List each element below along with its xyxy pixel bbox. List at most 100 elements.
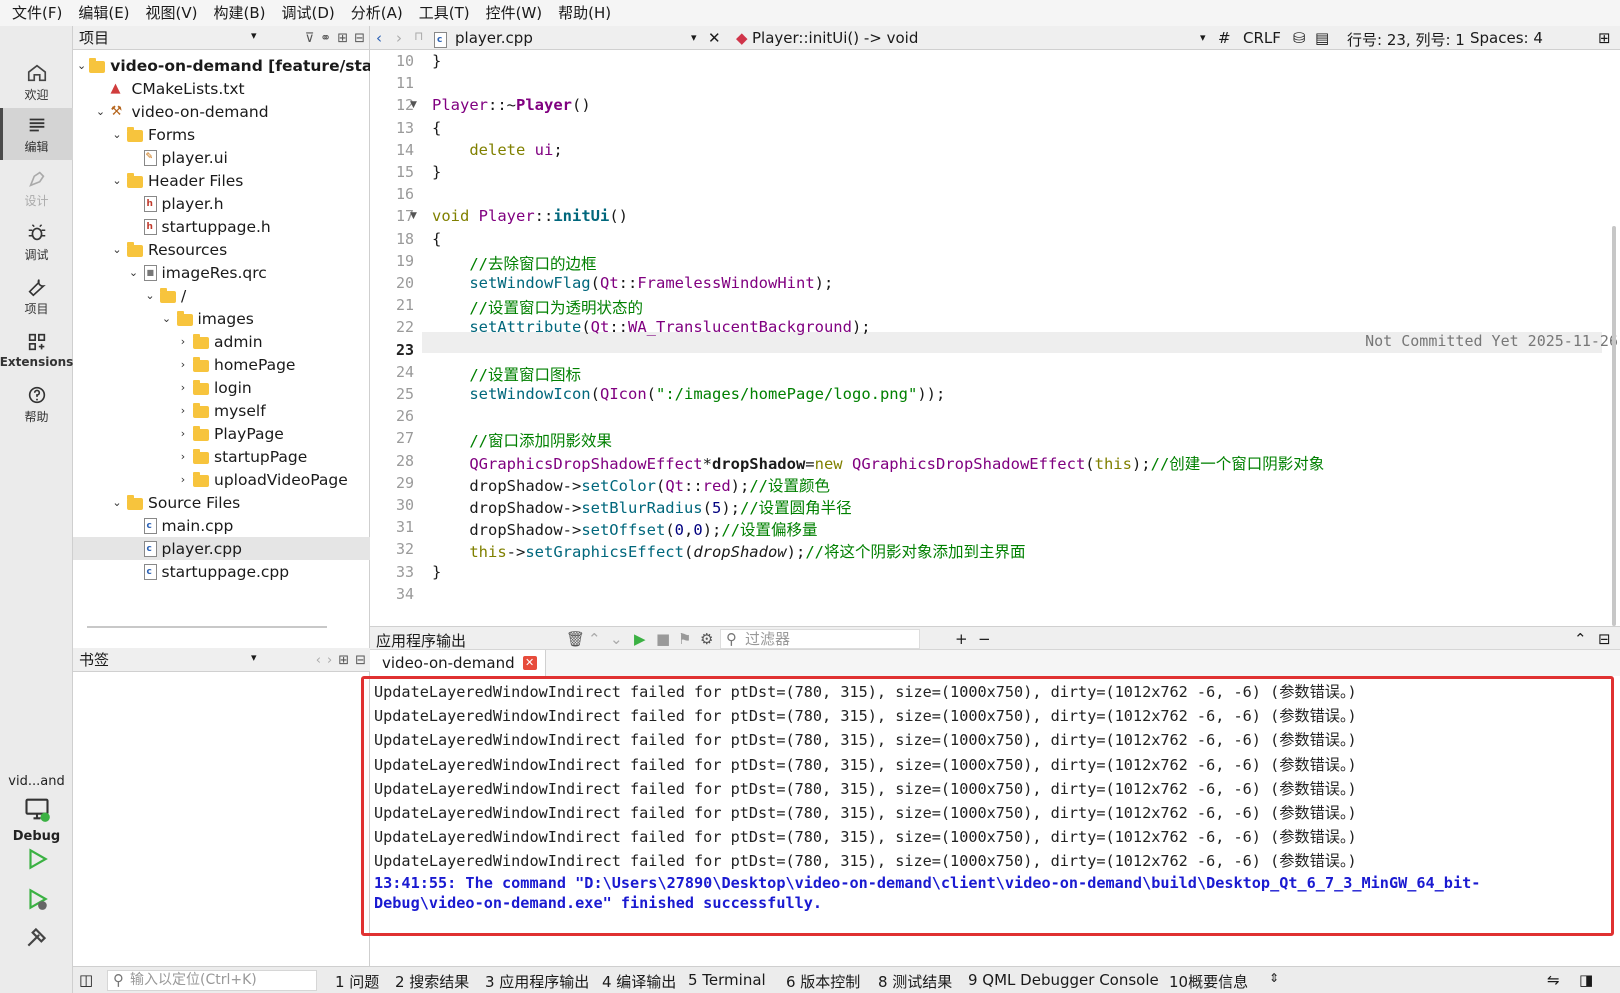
link-icon[interactable]: ⚭ — [320, 31, 331, 46]
code-line[interactable]: dropShadow->setColor(Qt::red);//设置颜色 — [432, 474, 830, 496]
tree-item[interactable]: ⌄ Resources — [73, 238, 370, 261]
remove-output-icon[interactable]: − — [978, 630, 991, 648]
next-icon[interactable]: › — [327, 653, 332, 668]
down-icon[interactable]: ⌄ — [610, 630, 623, 648]
debug-run-icon[interactable] — [24, 886, 50, 912]
chevron-right-icon[interactable]: › — [176, 450, 190, 463]
code-line[interactable]: { — [432, 230, 441, 248]
cursor-position[interactable]: 行号: 23, 列号: 1 — [1347, 29, 1465, 50]
code-line[interactable]: setAttribute(Qt::WA_TranslucentBackgroun… — [432, 318, 870, 336]
menu-view[interactable]: 视图(V) — [138, 0, 206, 26]
mode-debug[interactable]: 调试 — [0, 216, 73, 268]
chevron-down-icon[interactable]: ⌄ — [143, 289, 157, 302]
tree-item[interactable]: ⌄ video-on-demand [feature/startu — [73, 54, 370, 77]
close-panel-icon[interactable]: ⊟ — [354, 31, 365, 46]
chevron-down-icon[interactable]: ⌄ — [110, 174, 124, 187]
chevron-down-icon[interactable]: ⌄ — [110, 243, 124, 256]
tab-version-control[interactable]: 6 版本控制 — [786, 971, 860, 992]
mode-help[interactable]: 帮助 — [0, 378, 73, 430]
code-line[interactable]: this->setGraphicsEffect(dropShadow);//将这… — [432, 540, 1025, 562]
toggle-right-sidebar-icon[interactable]: ◨ — [1579, 971, 1593, 989]
code-line[interactable]: dropShadow->setOffset(0,0);//设置偏移量 — [432, 518, 817, 540]
build-hammer-icon[interactable] — [24, 924, 50, 950]
add-output-icon[interactable]: + — [955, 630, 968, 648]
chevron-right-icon[interactable]: › — [176, 404, 190, 417]
progress-icon[interactable]: ⇋ — [1547, 971, 1560, 989]
tab-search-results[interactable]: 2 搜索结果 — [395, 971, 469, 992]
tree-item[interactable]: ▲ CMakeLists.txt — [73, 77, 370, 100]
chevron-down-icon[interactable]: ⌄ — [110, 128, 124, 141]
chevron-right-icon[interactable]: › — [176, 473, 190, 486]
close-tab-icon[interactable]: ✕ — [522, 656, 537, 670]
more-tabs-icon[interactable]: ⇕ — [1269, 971, 1279, 985]
tree-item[interactable]: ⌄ images — [73, 307, 370, 330]
code-line[interactable]: { — [432, 119, 441, 137]
code-line[interactable]: //去除窗口的边框 — [432, 252, 596, 274]
forward-icon[interactable]: › — [396, 29, 402, 47]
code-line[interactable]: void Player::initUi() — [432, 207, 628, 225]
tree-item[interactable]: player.h — [73, 192, 370, 215]
document-icon[interactable]: ▤ — [1315, 29, 1329, 47]
split-icon[interactable]: ⊞ — [337, 31, 348, 46]
editor-file-name[interactable]: player.cpp — [455, 29, 533, 47]
tree-item[interactable]: player.ui — [73, 146, 370, 169]
code-line[interactable]: //窗口添加阴影效果 — [432, 429, 612, 451]
tree-item[interactable]: ⌄ / — [73, 284, 370, 307]
chevron-down-icon[interactable]: ⌄ — [94, 105, 108, 118]
chevron-right-icon[interactable]: › — [176, 358, 190, 371]
clear-output-icon[interactable]: 🗑 — [566, 630, 585, 648]
stop-icon[interactable]: ■ — [656, 630, 670, 648]
mode-projects[interactable]: 项目 — [0, 270, 73, 322]
file-dropdown-icon[interactable]: ▾ — [691, 31, 697, 44]
tree-item[interactable]: ⌄ Source Files — [73, 491, 370, 514]
tree-item[interactable]: player.cpp — [73, 537, 370, 560]
tree-item[interactable]: › homePage — [73, 353, 370, 376]
editor-scrollbar[interactable] — [1612, 226, 1616, 626]
run-icon[interactable] — [24, 846, 50, 872]
tree-item[interactable]: ⌄ Forms — [73, 123, 370, 146]
mode-design[interactable]: 设计 — [0, 162, 73, 214]
code-line[interactable]: //设置窗口为透明状态的 — [432, 296, 643, 318]
mode-extensions[interactable]: Extensions — [0, 324, 73, 376]
tab-application-output[interactable]: 3 应用程序输出 — [485, 971, 589, 992]
tree-item[interactable]: › admin — [73, 330, 370, 353]
tree-item[interactable]: startuppage.h — [73, 215, 370, 238]
panel-dropdown-icon[interactable]: ▾ — [251, 29, 257, 42]
tree-item[interactable]: ⌄ imageRes.qrc — [73, 261, 370, 284]
chevron-down-icon[interactable]: ⌄ — [77, 59, 86, 72]
menu-analyze[interactable]: 分析(A) — [343, 0, 411, 26]
menu-debug[interactable]: 调试(D) — [274, 0, 343, 26]
back-icon[interactable]: ‹ — [376, 29, 382, 47]
indent-setting[interactable]: Spaces: 4 — [1470, 29, 1543, 47]
tab-terminal[interactable]: 5 Terminal — [688, 971, 766, 989]
output-tab-video-on-demand[interactable]: video-on-demand ✕ — [370, 650, 546, 676]
code-editor[interactable]: ‹ › ⊓ player.cpp ▾ ✕ ◆ Player::initUi() … — [370, 26, 1620, 626]
tree-item[interactable]: › login — [73, 376, 370, 399]
kit-selector[interactable]: vid...and Debug — [0, 774, 73, 844]
line-ending-label[interactable]: CRLF — [1243, 29, 1281, 47]
chevron-right-icon[interactable]: › — [176, 381, 190, 394]
mode-edit[interactable]: 编辑 — [0, 108, 73, 160]
tab-qml-debugger[interactable]: 9 QML Debugger Console — [968, 971, 1159, 989]
tab-test-results[interactable]: 8 测试结果 — [878, 971, 952, 992]
editor-symbol[interactable]: Player::initUi() -> void — [752, 29, 918, 47]
tree-item[interactable]: › uploadVideoPage — [73, 468, 370, 491]
code-line[interactable]: } — [432, 52, 441, 70]
fold-marker-icon[interactable]: ▼ — [410, 100, 417, 110]
settings-icon[interactable]: ⚙ — [700, 630, 713, 648]
encoding-icon[interactable]: ⛁ — [1293, 29, 1306, 47]
code-line[interactable]: QGraphicsDropShadowEffect*dropShadow=new… — [432, 452, 1324, 474]
bookmarks-dropdown-icon[interactable]: ▾ — [251, 651, 257, 664]
menu-build[interactable]: 构建(B) — [206, 0, 274, 26]
tree-item[interactable]: ⌄ ⚒ video-on-demand — [73, 100, 370, 123]
code-line[interactable]: } — [432, 563, 441, 581]
prev-icon[interactable]: ‹ — [316, 653, 321, 668]
code-line[interactable]: setWindowIcon(QIcon(":/images/homePage/l… — [432, 385, 945, 403]
chevron-down-icon[interactable]: ⌄ — [127, 266, 141, 279]
tree-item[interactable]: › myself — [73, 399, 370, 422]
tree-item[interactable]: startuppage.cpp — [73, 560, 370, 583]
chevron-down-icon[interactable]: ⌄ — [160, 312, 174, 325]
code-line[interactable]: delete ui; — [432, 141, 562, 159]
menu-edit[interactable]: 编辑(E) — [70, 0, 137, 26]
menu-tools[interactable]: 工具(T) — [411, 0, 478, 26]
